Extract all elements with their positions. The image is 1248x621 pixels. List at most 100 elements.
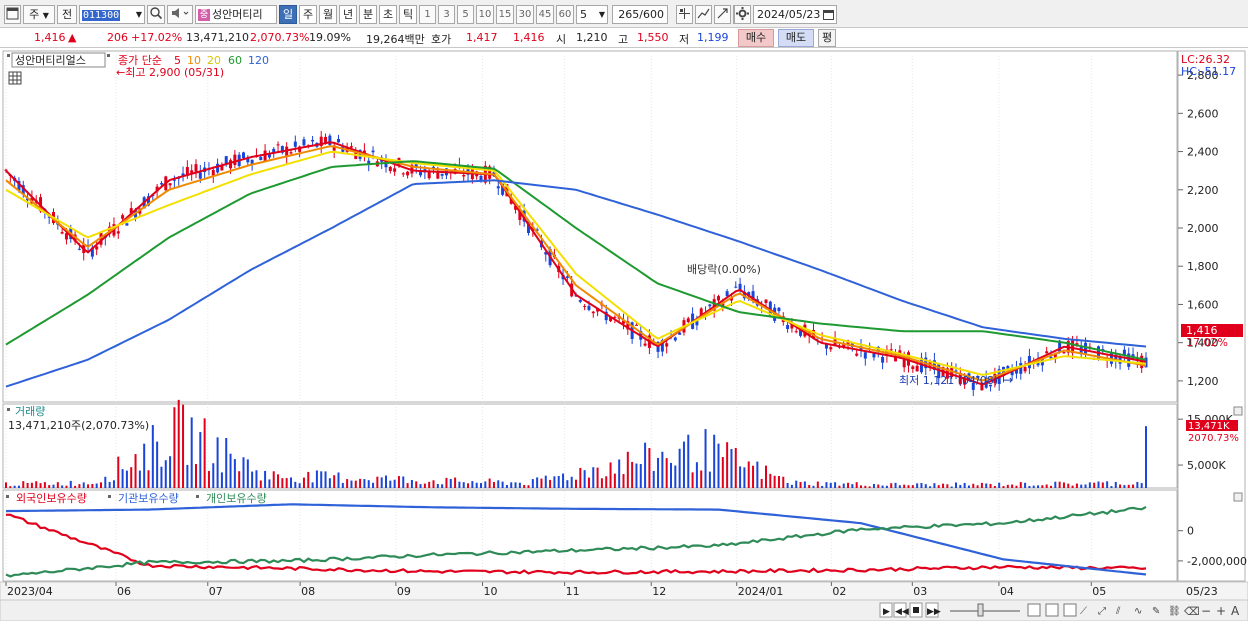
copy-icon[interactable]	[1027, 603, 1041, 617]
volume-bar	[1075, 483, 1078, 488]
volume-bar	[1093, 482, 1096, 488]
period-month[interactable]: 월	[319, 5, 337, 24]
volume-bar	[920, 483, 923, 488]
link-icon[interactable]: ⛓	[1168, 605, 1181, 617]
volume-bar	[1045, 484, 1048, 488]
volume-bar	[376, 476, 379, 488]
period-second[interactable]: 초	[379, 5, 397, 24]
trade-amount: 19,264백만	[366, 33, 425, 46]
prev-stock-button[interactable]: 전	[57, 5, 77, 24]
interval-30[interactable]: 30	[516, 5, 534, 24]
volume-bar	[367, 480, 370, 488]
volume-bar	[635, 463, 638, 488]
pct-tag-value: 17.02%	[1186, 336, 1228, 349]
layout-icon[interactable]	[1063, 603, 1077, 617]
volume-bar	[765, 465, 767, 488]
chart-area[interactable]: 2,800 2,600 2,400 2,200 2,000 1,800 1,600 1,400…	[0, 48, 1248, 621]
interval-60[interactable]: 60	[556, 5, 574, 24]
volume-bar	[890, 483, 893, 488]
volume-value: 13,471,210	[186, 31, 249, 44]
pencil-icon[interactable]: ✎	[1152, 606, 1160, 617]
stock-legend-label: 성안머티리얼스	[15, 53, 86, 67]
candle-body	[229, 160, 233, 169]
panel-marker-icon	[196, 495, 199, 498]
crosshair-icon[interactable]	[676, 5, 693, 24]
candle-body	[436, 172, 440, 179]
volume-bar	[43, 482, 46, 488]
stock-name-box[interactable]: 중 성안머티리	[195, 5, 277, 24]
candle-body	[95, 246, 99, 250]
count-max: /600	[639, 8, 664, 21]
interval-10[interactable]: 10	[476, 5, 494, 24]
period-day[interactable]: 일	[279, 5, 297, 24]
volume-bar	[328, 478, 331, 488]
stock-name: 성안머티리	[212, 8, 263, 21]
expand-icon[interactable]	[714, 5, 731, 24]
calendar-icon[interactable]	[823, 8, 834, 25]
period-tick[interactable]: 틱	[399, 5, 417, 24]
period-week[interactable]: 주	[299, 5, 317, 24]
x-axis-label: 12	[652, 585, 666, 598]
draw-tool-icon[interactable]: ⟋	[1080, 606, 1087, 617]
fibo-icon[interactable]: ⫽	[1115, 606, 1121, 617]
sell-button[interactable]: 매도	[778, 29, 814, 47]
stock-code-input[interactable]: 011300 ▼	[79, 5, 145, 24]
zoom-in-icon[interactable]: +	[1216, 604, 1226, 618]
x-axis-label: 09	[397, 585, 411, 598]
volume-bar	[35, 481, 38, 488]
market-select[interactable]: 주 ▼	[23, 5, 55, 24]
fast-forward-glyph: ▶▶	[927, 607, 941, 617]
volume-bar	[678, 448, 681, 488]
x-axis-label: 05	[1092, 585, 1106, 598]
volume-bar	[315, 470, 318, 488]
zoom-slider-thumb[interactable]	[977, 603, 984, 617]
chart-window-icon[interactable]	[4, 5, 21, 24]
interval-1[interactable]: 1	[419, 5, 436, 24]
speaker-icon[interactable]	[167, 5, 193, 24]
candle-body	[829, 347, 833, 350]
volume-bar	[898, 485, 901, 488]
candle-body	[263, 150, 267, 161]
wave-icon[interactable]: ∿	[1134, 606, 1142, 617]
interval-label: 10	[478, 9, 492, 20]
zoom-out-icon[interactable]: −	[1201, 604, 1211, 618]
holding-panel-close-icon[interactable]	[1233, 492, 1243, 502]
volume-bar	[52, 484, 55, 488]
volume-bar	[410, 479, 413, 488]
search-icon[interactable]	[147, 5, 165, 24]
eval-button[interactable]: 평	[818, 29, 836, 47]
volume-bar	[233, 459, 236, 488]
gear-icon[interactable]	[734, 5, 751, 24]
date-input[interactable]: 2024/05/23	[753, 5, 837, 24]
eraser-icon[interactable]: ⌫	[1184, 605, 1200, 618]
prev-label: 전	[61, 8, 73, 21]
x-axis-label: 02	[832, 585, 846, 598]
y-tick-label: 2,600	[1187, 107, 1219, 120]
volume-bar	[156, 441, 159, 488]
interval-45[interactable]: 45	[536, 5, 554, 24]
volume-panel-close-icon[interactable]	[1233, 406, 1243, 416]
quote-bar: 1,416 ▲ 206 +17.02% 13,471,210 2,070.73%…	[0, 28, 1248, 48]
turnover-value: 19.09%	[309, 31, 351, 44]
interval-15[interactable]: 15	[496, 5, 514, 24]
window-icon[interactable]	[1045, 603, 1059, 617]
font-size-icon[interactable]: A	[1231, 604, 1240, 618]
buy-button[interactable]: 매수	[738, 29, 774, 47]
period-minute[interactable]: 분	[359, 5, 377, 24]
table-icon[interactable]	[8, 71, 22, 85]
scroll-bar[interactable]	[0, 599, 1248, 621]
interval-5[interactable]: 5	[457, 5, 474, 24]
count-input[interactable]: 265/600	[612, 5, 668, 24]
chart-canvas[interactable]: 2,8002,6002,4002,2002,0001,8001,6001,400…	[0, 48, 1248, 621]
volume-bar	[311, 482, 314, 488]
period-year[interactable]: 년	[339, 5, 357, 24]
volume-bar	[48, 485, 51, 488]
volume-bar	[346, 479, 349, 488]
trend-icon[interactable]: ⤢	[1098, 606, 1106, 617]
interval-3[interactable]: 3	[438, 5, 455, 24]
interval-input[interactable]: 5 ▼	[576, 5, 608, 24]
draw-line-icon[interactable]	[695, 5, 712, 24]
volume-bar	[436, 483, 439, 488]
volume-bar	[454, 477, 457, 488]
price-change: 206	[107, 31, 128, 44]
